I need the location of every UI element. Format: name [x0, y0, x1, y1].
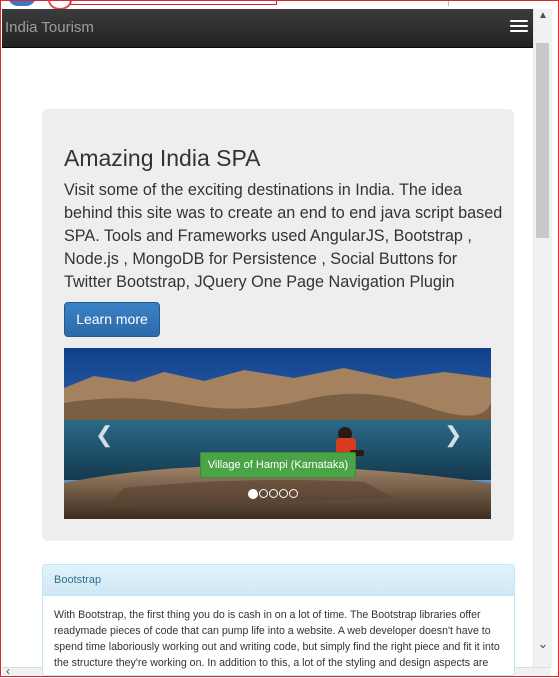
jumbotron: Amazing India SPA Visit some of the exci…	[42, 109, 514, 541]
browser-back-icon[interactable]	[8, 0, 36, 6]
scroll-down-icon[interactable]: ⌄	[535, 635, 551, 653]
chevron-left-icon[interactable]: ❮	[95, 422, 113, 448]
carousel-dot-3[interactable]	[269, 489, 278, 498]
carousel-caption: Village of Hampi (Karnataka)	[200, 452, 356, 478]
hamburger-icon[interactable]	[510, 20, 528, 36]
learn-more-button[interactable]: Learn more	[64, 302, 160, 337]
browser-chrome-strip	[0, 0, 559, 9]
intro-text: Visit some of the exciting destinations …	[64, 181, 503, 291]
browser-reload-icon[interactable]	[48, 0, 72, 9]
chevron-right-icon[interactable]: ❯	[444, 422, 462, 448]
panel-heading: Bootstrap	[43, 565, 514, 596]
bootstrap-panel: Bootstrap With Bootstrap, the first thin…	[42, 564, 515, 676]
carousel-dot-1[interactable]	[248, 489, 258, 499]
carousel-dot-5[interactable]	[289, 489, 298, 498]
carousel-dot-2[interactable]	[259, 489, 268, 498]
address-bar[interactable]	[70, 0, 277, 5]
scrollbar-thumb[interactable]	[536, 43, 549, 238]
navbar-brand[interactable]: India Tourism	[5, 19, 94, 36]
scroll-up-icon[interactable]: ▲	[535, 9, 551, 23]
panel-title: Bootstrap	[54, 574, 102, 586]
panel-body: With Bootstrap, the first thing you do i…	[54, 609, 500, 669]
page-title: Amazing India SPA	[64, 145, 261, 171]
carousel-dot-4[interactable]	[279, 489, 288, 498]
scroll-left-icon[interactable]: ‹	[6, 664, 10, 678]
carousel-indicators	[248, 489, 299, 499]
vertical-scrollbar[interactable]: ▲ ⌄	[533, 9, 552, 667]
window-control[interactable]	[448, 0, 479, 6]
image-carousel[interactable]: ❮ ❯ Village of Hampi (Karnataka)	[64, 348, 491, 519]
navbar: India Tourism	[2, 9, 533, 48]
